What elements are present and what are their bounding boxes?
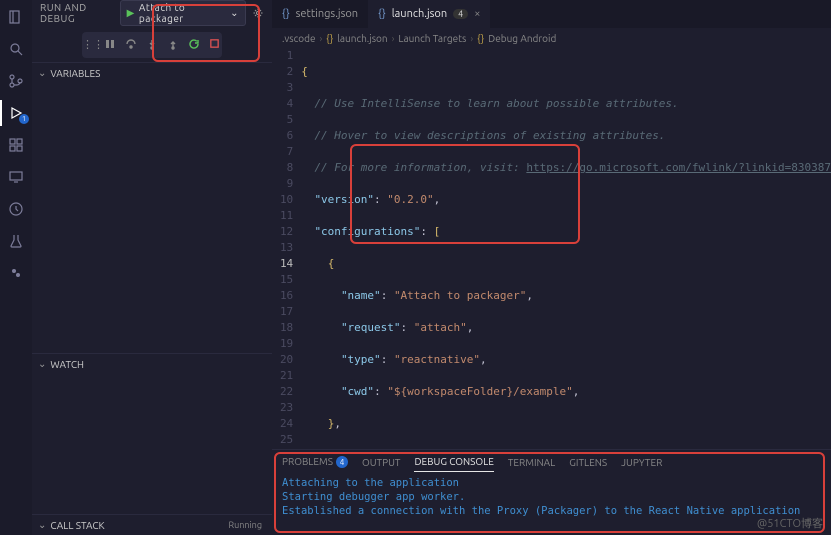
breadcrumb-item[interactable]: .vscode	[282, 33, 315, 44]
step-into-icon[interactable]	[146, 38, 159, 52]
callstack-section-header[interactable]: ⌄ CALL STACK Running	[32, 515, 272, 535]
extensions-icon[interactable]	[7, 136, 25, 154]
chevron-down-icon: ⌄	[38, 358, 46, 370]
run-debug-sidebar: RUN AND DEBUG ▶ Attach to packager ⌄ ⋮⋮ …	[32, 0, 272, 535]
chevron-down-icon: ⌄	[38, 67, 46, 79]
debug-config-selector[interactable]: ▶ Attach to packager ⌄	[120, 0, 246, 26]
drag-handle-icon[interactable]: ⋮⋮	[82, 38, 96, 52]
line-gutter: 1234567891011121314151617181920212223242…	[272, 48, 301, 449]
json-icon: {}	[326, 33, 333, 44]
beaker-icon[interactable]	[7, 232, 25, 250]
sidebar-titlebar: RUN AND DEBUG ▶ Attach to packager ⌄	[32, 0, 272, 26]
stop-icon[interactable]	[209, 38, 222, 52]
search-icon[interactable]	[7, 40, 25, 58]
modified-badge: 4	[453, 9, 468, 19]
start-debug-icon: ▶	[127, 7, 135, 19]
terminal-tab[interactable]: TERMINAL	[508, 453, 555, 472]
gitlens-tab[interactable]: GITLENS	[569, 453, 607, 472]
run-debug-icon[interactable]: 1	[7, 104, 25, 122]
breadcrumb-item[interactable]: Launch Targets	[398, 33, 466, 44]
editor-area: {} settings.json {} launch.json 4 × .vsc…	[272, 0, 831, 535]
tab-launch[interactable]: {} launch.json 4 ×	[368, 0, 490, 28]
json-icon: {}	[378, 8, 386, 20]
debug-console-body[interactable]: Attaching to the application Starting de…	[272, 474, 831, 535]
debug-badge: 1	[19, 114, 29, 124]
bottom-panel: PROBLEMS4 OUTPUT DEBUG CONSOLE TERMINAL …	[272, 449, 831, 535]
debug-toolbar: ⋮⋮	[82, 32, 222, 58]
callstack-label: CALL STACK	[50, 520, 104, 531]
code-content[interactable]: { // Use IntelliSense to learn about pos…	[301, 48, 831, 449]
editor-tabs: {} settings.json {} launch.json 4 ×	[272, 0, 831, 28]
variables-section-header[interactable]: ⌄ VARIABLES	[32, 63, 272, 83]
step-out-icon[interactable]	[167, 38, 180, 52]
variables-label: VARIABLES	[50, 68, 100, 79]
problems-tab[interactable]: PROBLEMS4	[282, 452, 348, 473]
breadcrumb[interactable]: .vscode› {} launch.json› Launch Targets›…	[272, 28, 831, 48]
output-tab[interactable]: OUTPUT	[362, 453, 401, 472]
activity-bar: 1	[0, 0, 32, 535]
running-status: Running	[228, 520, 262, 530]
breadcrumb-item[interactable]: launch.json	[337, 33, 387, 44]
problems-badge: 4	[336, 456, 348, 468]
python-icon[interactable]	[7, 264, 25, 282]
json-icon: {}	[477, 33, 484, 44]
pause-icon[interactable]	[104, 38, 117, 52]
remote-icon[interactable]	[7, 168, 25, 186]
chevron-down-icon: ⌄	[230, 7, 239, 19]
jupyter-tab[interactable]: JUPYTER	[621, 453, 662, 472]
console-line: Established a connection with the Proxy …	[282, 504, 821, 518]
console-line: Attaching to the application	[282, 476, 821, 490]
tab-label: settings.json	[296, 8, 358, 20]
panel-tabs: PROBLEMS4 OUTPUT DEBUG CONSOLE TERMINAL …	[272, 450, 831, 474]
breadcrumb-item[interactable]: Debug Android	[488, 33, 556, 44]
tab-settings[interactable]: {} settings.json	[272, 0, 368, 28]
watch-label: WATCH	[50, 359, 84, 370]
chevron-down-icon: ⌄	[38, 519, 46, 531]
json-icon: {}	[282, 8, 290, 20]
sidebar-title: RUN AND DEBUG	[40, 2, 120, 24]
debug-console-tab[interactable]: DEBUG CONSOLE	[414, 452, 493, 472]
close-icon[interactable]: ×	[474, 8, 480, 20]
explorer-icon[interactable]	[7, 8, 25, 26]
watch-section-header[interactable]: ⌄ WATCH	[32, 354, 272, 374]
code-editor[interactable]: 1234567891011121314151617181920212223242…	[272, 48, 831, 449]
console-line: Starting debugger app worker.	[282, 490, 821, 504]
config-label: Attach to packager	[139, 2, 226, 24]
tab-label: launch.json	[392, 8, 447, 20]
restart-icon[interactable]	[188, 38, 201, 52]
clock-icon[interactable]	[7, 200, 25, 218]
source-control-icon[interactable]	[7, 72, 25, 90]
gear-icon[interactable]	[252, 7, 264, 19]
step-over-icon[interactable]	[125, 38, 138, 52]
